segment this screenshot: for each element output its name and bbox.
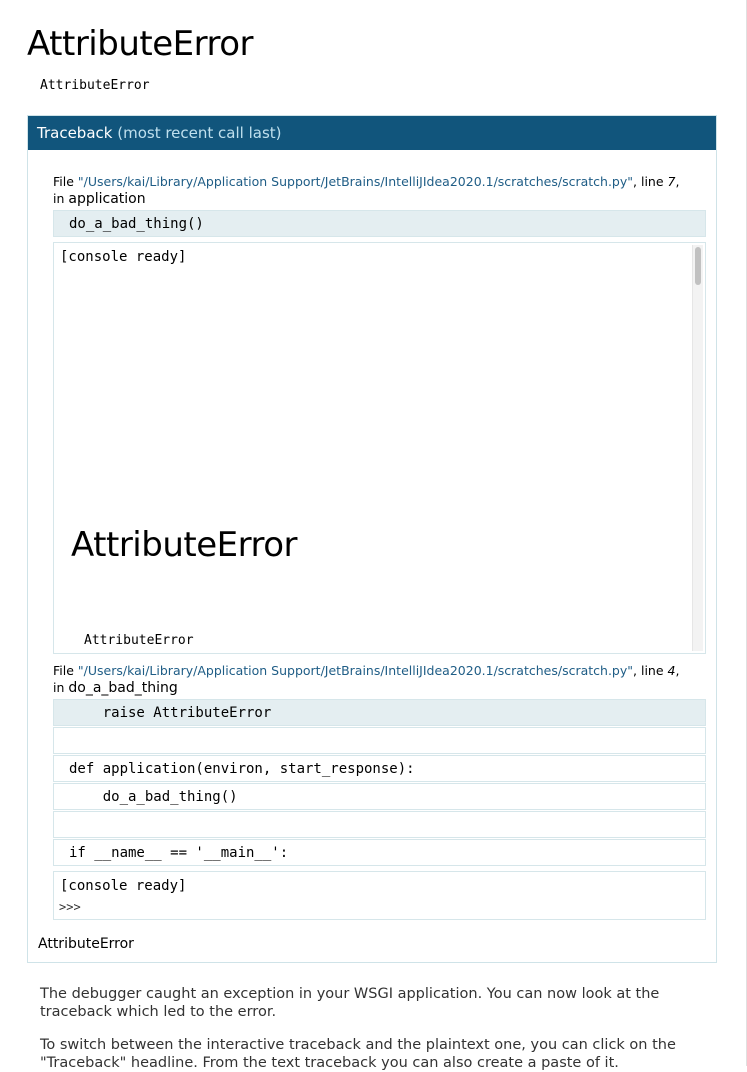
console-ready-text: [console ready]: [60, 249, 187, 265]
traceback-header-sub: (most recent call last): [117, 124, 282, 142]
explanation-paragraph: The debugger caught an exception in your…: [40, 986, 660, 1020]
frame-line-prefix: , line: [633, 663, 668, 678]
console-prompt[interactable]: >>>: [59, 900, 81, 914]
traceback-panel: Traceback (most recent call last) File "…: [27, 115, 717, 963]
frame-in-prefix: in: [53, 680, 69, 695]
console-ready-text: [console ready]: [60, 878, 187, 894]
traceback-header[interactable]: Traceback (most recent call last): [28, 116, 716, 150]
console-scroll-thumb[interactable]: [695, 247, 701, 285]
console-scrollbar[interactable]: [692, 245, 703, 651]
frame-header: File "/Users/kai/Library/Application Sup…: [53, 174, 680, 207]
frame-file-prefix: File: [53, 663, 78, 678]
page-title: AttributeError: [27, 24, 254, 64]
error-subtitle: AttributeError: [40, 78, 150, 93]
explanation-paragraph: To switch between the interactive traceb…: [40, 1037, 676, 1071]
source-line[interactable]: [53, 727, 706, 754]
debugger-page: AttributeError AttributeError Traceback …: [0, 0, 747, 1071]
console-embedded-subtitle: AttributeError: [84, 633, 194, 648]
source-line[interactable]: [53, 811, 706, 838]
frame-file-prefix: File: [53, 174, 78, 189]
frame-line-prefix: , line: [633, 174, 668, 189]
exception-name: AttributeError: [38, 936, 134, 952]
frame-line-number: 7: [667, 174, 676, 189]
frame-console[interactable]: [console ready] >>>: [53, 871, 706, 920]
source-line-current[interactable]: raise AttributeError: [53, 699, 706, 726]
source-line[interactable]: def application(environ, start_response)…: [53, 755, 706, 782]
traceback-header-label: Traceback: [37, 124, 113, 142]
frame-file-path: "/Users/kai/Library/Application Support/…: [77, 174, 634, 189]
frame-header: File "/Users/kai/Library/Application Sup…: [53, 663, 680, 696]
source-line-current[interactable]: do_a_bad_thing(): [53, 210, 706, 237]
frame-console[interactable]: [console ready] AttributeError Attribute…: [53, 242, 706, 654]
source-line[interactable]: do_a_bad_thing(): [53, 783, 706, 810]
source-line[interactable]: if __name__ == '__main__':: [53, 839, 706, 866]
frame-function-name: do_a_bad_thing: [68, 680, 178, 696]
console-embedded-title: AttributeError: [71, 525, 298, 565]
frame-file-path: "/Users/kai/Library/Application Support/…: [77, 663, 634, 678]
frame-line-number: 4: [667, 663, 676, 678]
frame-in-prefix: in: [53, 191, 69, 206]
frame-function-name: application: [68, 191, 146, 207]
